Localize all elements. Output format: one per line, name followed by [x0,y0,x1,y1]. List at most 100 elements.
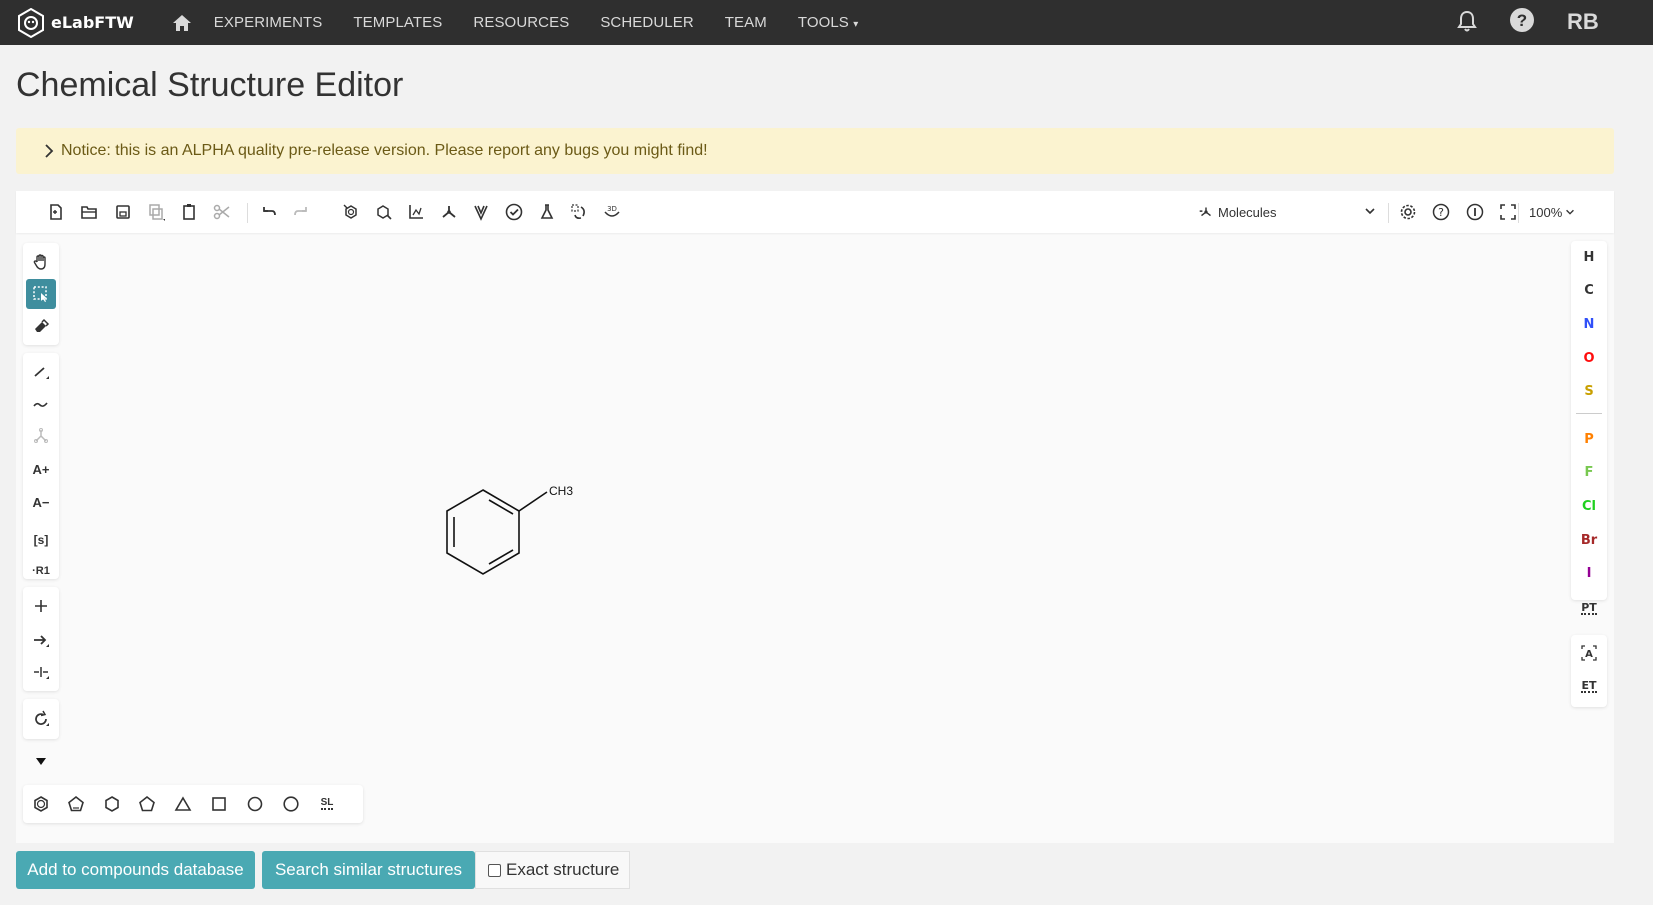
atom-f-button[interactable]: F [1571,458,1607,486]
toolbar-separator [1388,203,1389,223]
atoms-panel: H C N O S P F Cl Br I [1571,241,1607,600]
sgroup-label: [s] [33,533,49,547]
atom-p-button[interactable]: P [1571,425,1607,453]
redo-icon[interactable] [288,199,314,225]
nav-scheduler[interactable]: SCHEDULER [600,14,693,31]
select-rectangle-icon[interactable] [26,279,56,309]
exact-structure-option[interactable]: Exact structure [475,851,630,889]
atom-h-label: H [1583,249,1595,265]
zoom-select[interactable]: 100% [1529,199,1576,225]
rgroup-icon[interactable]: ·R1 [26,556,56,586]
nav-tools[interactable]: TOOLS ▾ [798,14,858,31]
3d-view-icon[interactable]: 3D [599,199,625,225]
chain-icon[interactable] [26,389,56,419]
calculate-icon[interactable] [468,199,494,225]
atom-s-label: S [1584,383,1594,399]
sgroup-icon[interactable]: [s] [26,525,56,555]
page-title: Chemical Structure Editor [16,66,404,104]
brand-name: eLabFTW [51,13,134,32]
expand-tools-icon[interactable] [26,746,56,776]
molecule-structure[interactable]: CH3 [66,241,1561,781]
structure-library-icon[interactable]: SL [313,790,341,818]
rotate-icon[interactable] [26,704,56,734]
zoom-value: 100% [1529,204,1563,220]
chevron-right-icon[interactable] [43,144,55,158]
charge-minus-icon[interactable]: A− [26,487,56,517]
info-icon[interactable] [1462,199,1488,225]
undo-icon[interactable] [256,199,282,225]
save-icon[interactable] [110,199,136,225]
open-icon[interactable] [76,199,102,225]
user-avatar[interactable]: RB [1567,9,1599,35]
dearomatize-icon[interactable] [371,199,397,225]
cyclopropane-template-icon[interactable] [169,790,197,818]
eraser-icon[interactable] [26,311,56,341]
nav-team[interactable]: TEAM [725,14,767,31]
cyclobutane-template-icon[interactable] [205,790,233,818]
svg-text:?: ? [1438,206,1444,219]
settings-icon[interactable] [1395,199,1421,225]
help-icon[interactable]: ? [1509,7,1535,33]
atom-i-button[interactable]: I [1571,559,1607,587]
single-bond-icon[interactable] [26,357,56,387]
stereo-icon[interactable] [566,199,592,225]
cyclooctane-template-icon[interactable] [277,790,305,818]
paste-icon[interactable] [176,199,202,225]
left-panel-reaction-tools [23,587,59,691]
add-to-compounds-button[interactable]: Add to compounds database [16,851,255,889]
brand[interactable]: eLabFTW [16,7,134,38]
chevron-down-icon [1566,209,1575,215]
atom-c-button[interactable]: C [1571,276,1607,304]
template-fragment-icon[interactable] [26,421,56,451]
reaction-plus-icon[interactable] [26,591,56,621]
exact-structure-checkbox[interactable] [488,863,501,877]
extended-panel: A ET [1571,635,1607,707]
nav-resources[interactable]: RESOURCES [473,14,569,31]
atom-cl-button[interactable]: Cl [1571,492,1607,520]
help-circle-icon[interactable]: ? [1428,199,1454,225]
new-file-icon[interactable] [43,199,69,225]
layout-icon[interactable] [403,199,429,225]
mode-select[interactable]: Molecules [1197,199,1377,225]
atom-h-button[interactable]: H [1571,243,1607,271]
atom-n-button[interactable]: N [1571,310,1607,338]
drawing-canvas[interactable]: CH3 [66,241,1561,781]
atom-s-button[interactable]: S [1571,377,1607,405]
any-atom-icon[interactable]: A [1571,639,1607,667]
cycloheptane-template-icon[interactable] [241,790,269,818]
atom-f-label: F [1584,464,1594,480]
home-icon[interactable] [172,13,192,33]
atom-o-button[interactable]: O [1571,344,1607,372]
nav-experiments[interactable]: EXPERIMENTS [214,14,323,31]
search-similar-button[interactable]: Search similar structures [262,851,475,889]
atom-br-button[interactable]: Br [1571,526,1607,554]
reaction-arrow-icon[interactable] [26,625,56,655]
cyclopentadiene-template-icon[interactable] [62,790,90,818]
analyse-icon[interactable] [534,199,560,225]
cut-icon[interactable] [209,199,235,225]
atom-p-label: P [1584,431,1594,447]
structure-library-label: SL [320,797,334,810]
charge-plus-icon[interactable]: A+ [26,454,56,484]
periodic-table-button[interactable]: PT [1571,595,1607,623]
reaction-mapping-icon[interactable] [26,657,56,687]
clean-icon[interactable] [436,199,462,225]
copy-icon[interactable] [143,199,169,225]
check-icon[interactable] [501,199,527,225]
atom-c-label: C [1584,282,1594,298]
methyl-label: CH3 [549,484,573,498]
hand-icon[interactable] [26,247,56,277]
benzene-template-icon[interactable] [27,790,55,818]
extended-table-button[interactable]: ET [1571,673,1607,701]
bell-icon[interactable] [1454,8,1480,34]
nav-templates[interactable]: TEMPLATES [353,14,442,31]
periodic-table-label: PT [1581,601,1597,615]
left-panel-select-tools [23,243,59,345]
aromatize-icon[interactable] [338,199,364,225]
nav-items: EXPERIMENTS TEMPLATES RESOURCES SCHEDULE… [214,14,890,31]
cyclopentane-template-icon[interactable] [133,790,161,818]
svg-text:?: ? [1517,11,1527,30]
atom-i-label: I [1586,565,1592,581]
charge-minus-label: A− [32,494,50,510]
cyclohexane-template-icon[interactable] [98,790,126,818]
